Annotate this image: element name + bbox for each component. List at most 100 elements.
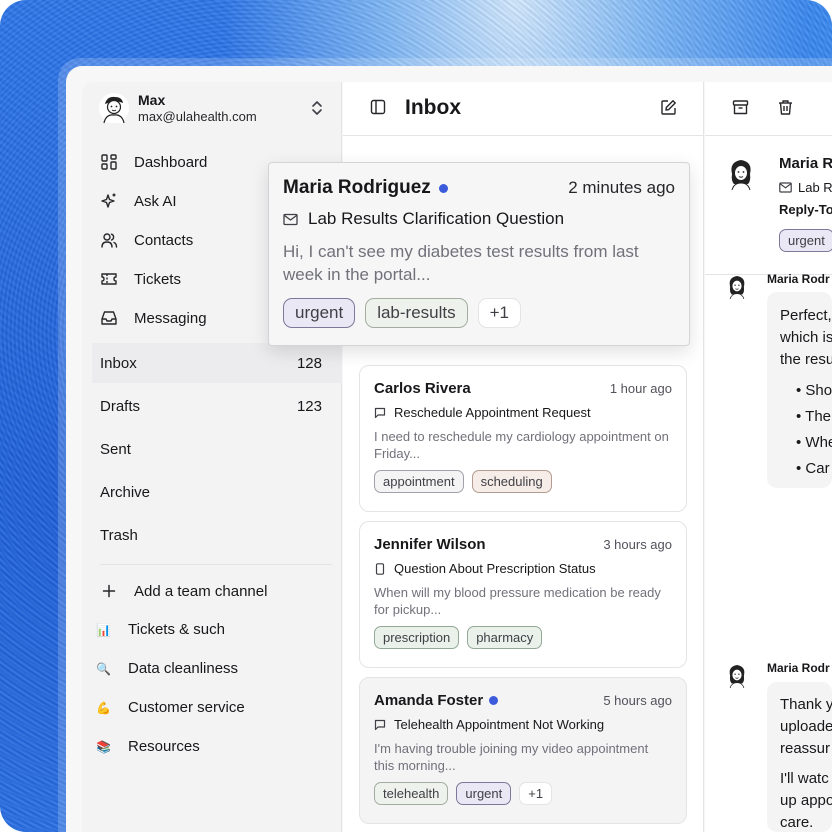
message-line: care. [780,814,814,831]
tag-badge[interactable]: appointment [374,470,464,493]
ticket-icon [100,270,118,288]
tag-badge[interactable]: scheduling [471,470,552,493]
folder-count: 123 [296,398,322,415]
nav-label: Contacts [134,231,194,249]
archive-icon[interactable] [732,99,749,116]
message-line: the resu [780,351,832,368]
message-line: up appo [780,792,832,809]
detail-header-divider [705,135,832,136]
message-time: 2 minutes ago [568,178,675,197]
mail-icon [779,182,792,193]
folder-archive[interactable]: Archive [100,484,322,501]
message-line: Perfect, [780,307,832,324]
sparkle-icon [100,192,118,210]
contact-avatar [724,273,750,300]
trash-icon[interactable] [777,99,794,116]
message-body: Perfect, which is the resu [780,305,832,371]
nav-label: Ask AI [134,192,177,210]
mail-icon [283,213,298,226]
message-time: 3 hours ago [603,537,672,552]
tag-badge[interactable]: lab-results [365,298,468,328]
tag-badge[interactable]: urgent [283,298,356,328]
message-sender: Maria Rodr [767,661,830,675]
message-card[interactable]: Amanda Foster 5 hours ago Telehealth App… [359,677,687,824]
nav-label: Messaging [134,309,207,327]
add-team-channel-button[interactable]: Add a team channel [100,579,267,603]
unread-dot-icon [489,696,499,705]
folder-label: Sent [100,441,131,458]
magnifier-icon: 🔍 [96,661,111,676]
folder-label: Archive [100,484,151,501]
channel-tickets-such[interactable]: 📊 Tickets & such [96,621,225,638]
folder-inbox[interactable]: Inbox 128 [100,355,322,372]
message-line: which is [780,329,832,346]
message-card[interactable]: Carlos Rivera 1 hour ago Reschedule Appo… [359,365,687,512]
channel-label: Data cleanliness [128,660,239,677]
folder-label: Trash [100,527,138,544]
books-icon: 📚 [96,739,111,754]
folder-label: Inbox [100,355,137,372]
channel-resources[interactable]: 📚 Resources [96,738,200,755]
folder-trash[interactable]: Trash [100,527,322,544]
chat-bubble-icon [374,719,386,731]
folder-sent[interactable]: Sent [100,441,322,458]
inbox-tray-icon [100,309,118,327]
list-header-divider [343,135,704,136]
phone-icon [374,562,386,575]
bar-chart-icon: 📊 [96,622,111,637]
sender-name: Jennifer Wilson [374,536,486,553]
message-line: reassur [780,740,831,757]
message-preview-line: for pickup... [374,602,442,617]
tag-badge[interactable]: urgent [456,782,512,805]
sidebar-toggle-icon[interactable] [370,99,386,115]
chevron-up-down-icon[interactable] [310,100,324,116]
message-line: I'll watc [780,770,829,787]
channel-label: Resources [128,738,200,755]
message-body: Thank y uploade reassur I'll watc up app… [780,694,832,832]
message-preview-line: Hi, I can't see my diabetes test results… [283,242,639,261]
message-time: 5 hours ago [603,693,672,708]
channel-label: Tickets & such [128,621,225,638]
nav-tickets[interactable]: Tickets [100,267,181,291]
message-preview-line: Friday... [374,446,420,461]
plus-icon [100,582,118,600]
channel-data-cleanliness[interactable]: 🔍 Data cleanliness [96,660,238,677]
message-card-floating[interactable]: Maria Rodriguez 2 minutes ago Lab Result… [268,162,690,346]
more-tags-badge[interactable]: +1 [519,782,553,805]
channel-label: Customer service [128,699,245,716]
nav-contacts[interactable]: Contacts [100,228,193,252]
nav-messaging[interactable]: Messaging [100,306,207,330]
message-time: 1 hour ago [609,381,672,396]
nav-label: Tickets [134,270,181,288]
message-subject: Lab Results Clarification Question [308,209,565,228]
contact-avatar [724,156,758,191]
grid-icon [100,153,118,171]
message-subject: Reschedule Appointment Request [394,405,591,420]
sender-name: Maria Rodriguez [283,177,431,198]
message-subject: Question About Prescription Status [394,561,596,576]
tag-badge[interactable]: urgent [779,229,832,252]
tag-badge[interactable]: prescription [374,626,460,649]
avatar[interactable] [98,92,130,124]
unread-dot-icon [438,183,448,193]
tag-badge[interactable]: pharmacy [467,626,543,649]
message-card[interactable]: Jennifer Wilson 3 hours ago Question Abo… [359,521,687,668]
tag-badge[interactable]: telehealth [374,782,449,805]
contact-avatar [724,662,750,689]
nav-ask-ai[interactable]: Ask AI [100,189,177,213]
more-tags-badge[interactable]: +1 [477,298,522,328]
message-preview-line: When will my blood pressure medication b… [374,585,661,600]
channel-customer-service[interactable]: 💪 Customer service [96,699,245,716]
compose-icon[interactable] [660,99,677,116]
nav-label: Dashboard [134,153,208,171]
user-email: max@ulahealth.com [138,109,257,124]
flexed-arm-icon: 💪 [96,700,111,715]
nav-dashboard[interactable]: Dashboard [100,150,207,174]
folder-count: 128 [296,355,322,372]
detail-subject: Lab R [798,180,832,195]
folder-drafts[interactable]: Drafts 123 [100,398,322,415]
message-line: uploade [780,718,832,735]
folder-label: Drafts [100,398,141,415]
sender-name: Amanda Foster [374,692,484,709]
message-line: Thank y [780,696,832,713]
